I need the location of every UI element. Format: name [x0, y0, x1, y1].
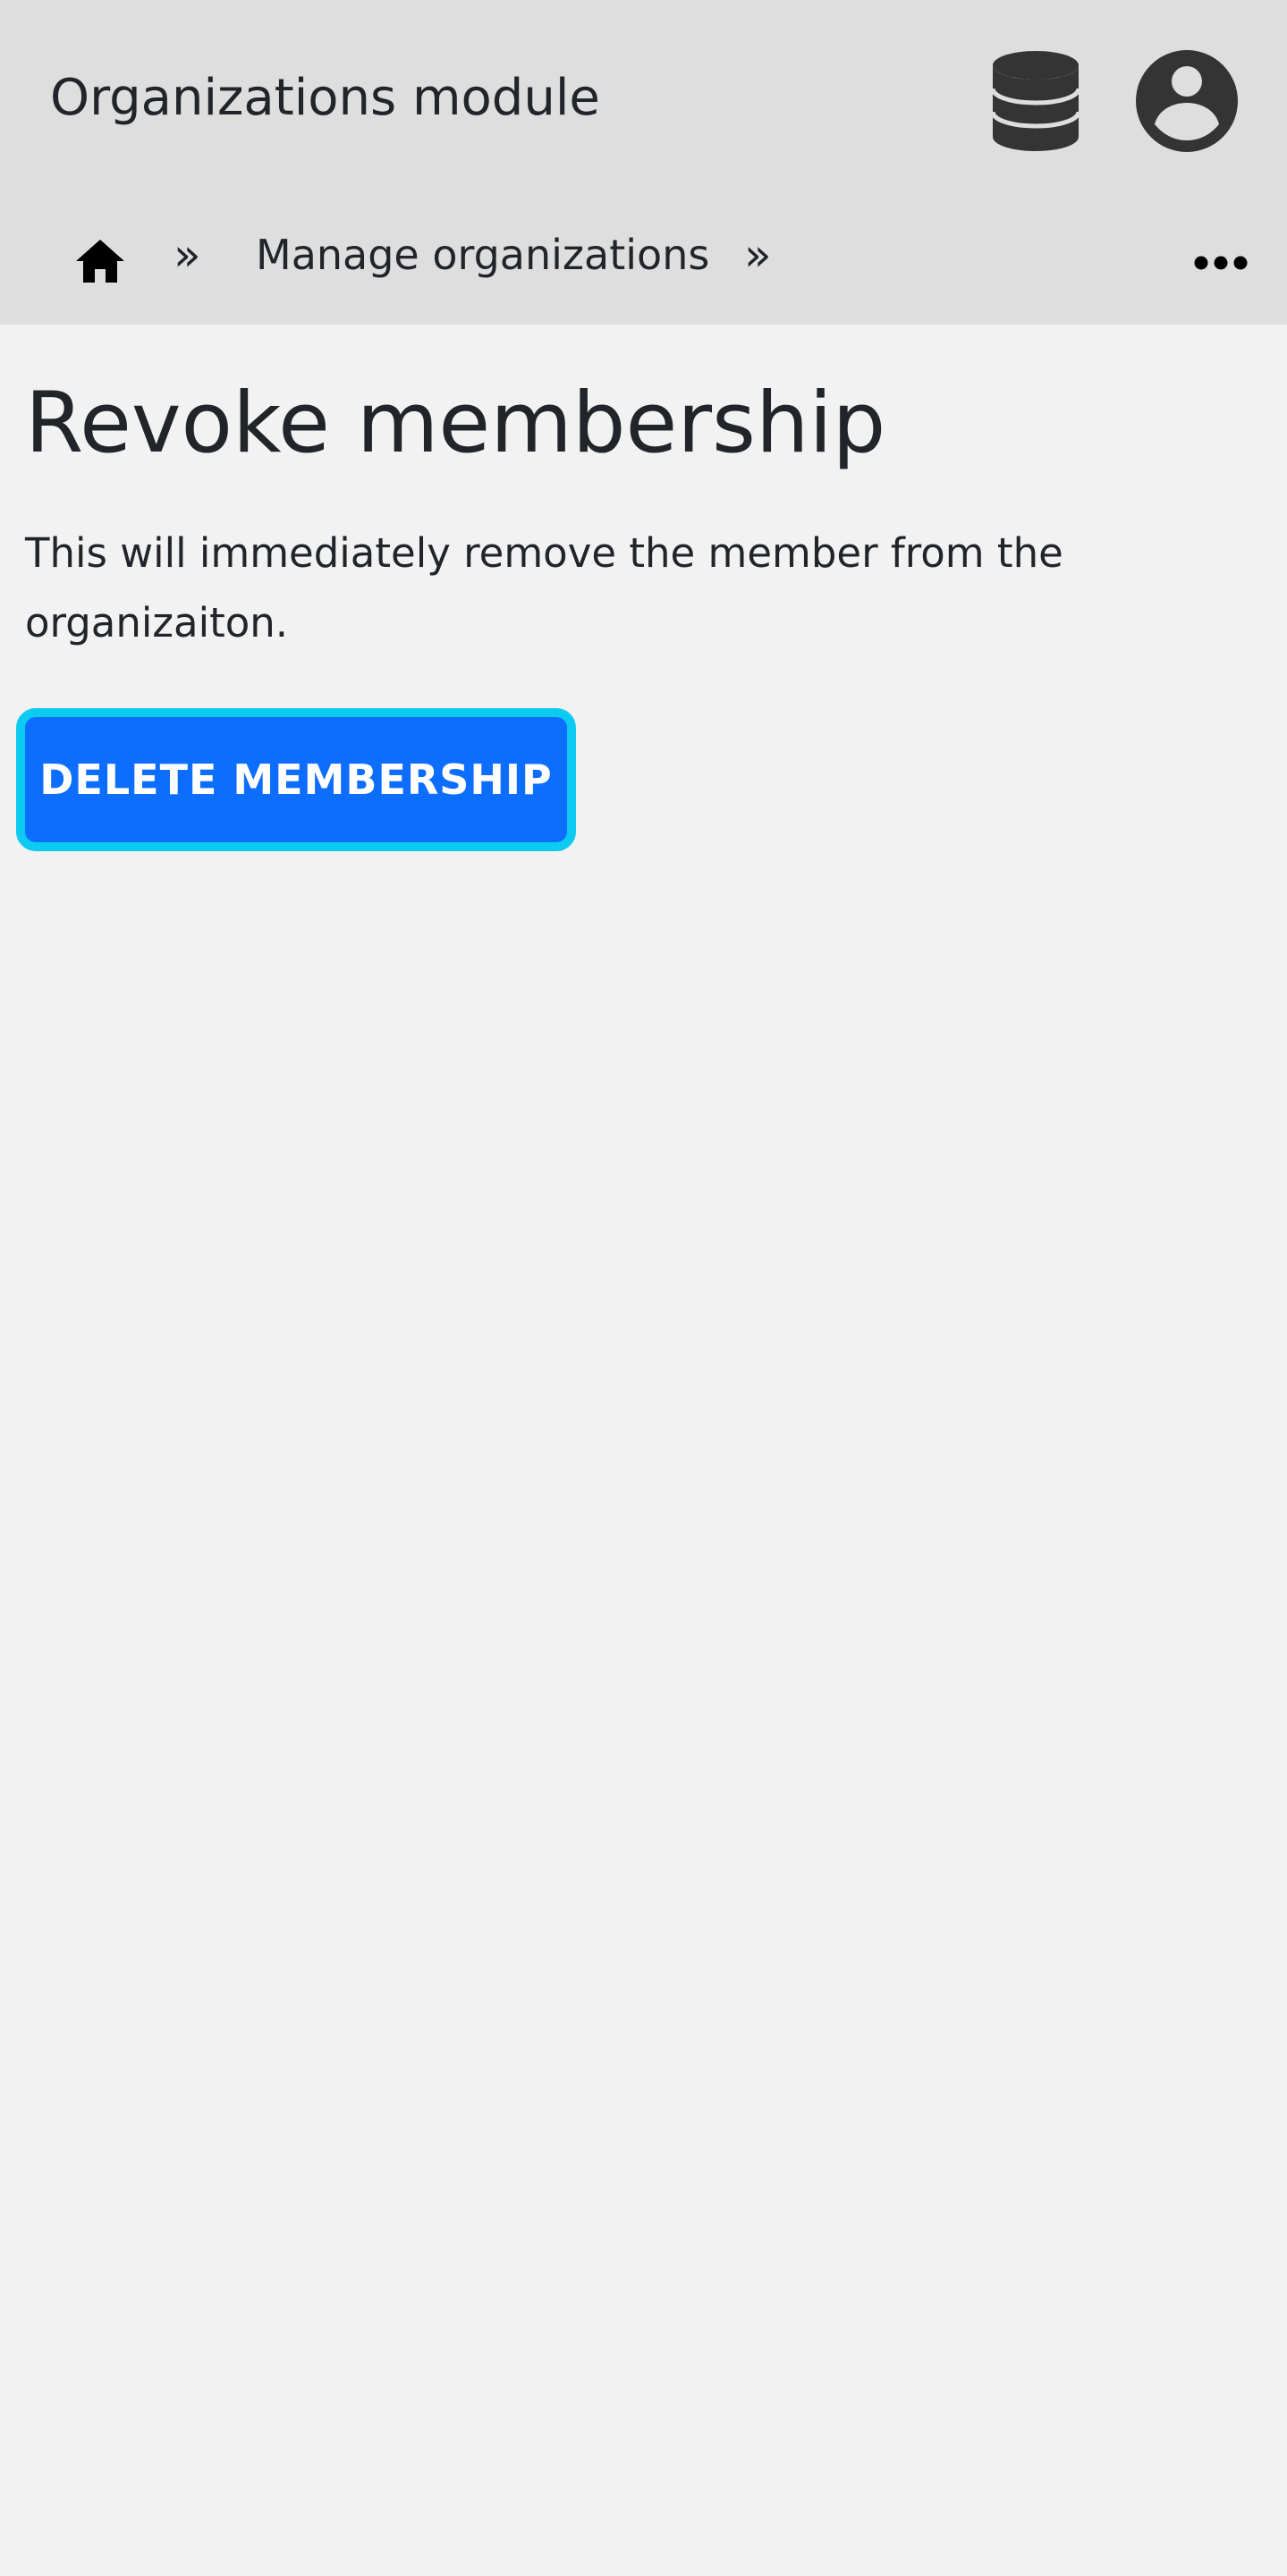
ellipsis-icon: [1194, 256, 1248, 270]
app-title: Organizations module: [50, 69, 600, 127]
page-description: This will immediately remove the member …: [25, 529, 1063, 646]
breadcrumb-separator: »: [744, 229, 772, 281]
delete-membership-button[interactable]: DELETE MEMBERSHIP: [16, 708, 576, 851]
page-title: Revoke membership: [25, 375, 886, 472]
top-header: Organizations module » Manage organizati…: [0, 0, 1287, 325]
user-circle-icon: [1136, 50, 1238, 152]
home-button[interactable]: [70, 231, 131, 291]
breadcrumb: » Manage organizations »: [0, 204, 1287, 311]
home-icon: [76, 240, 124, 283]
breadcrumb-separator: »: [174, 229, 201, 281]
database-icon: [991, 51, 1080, 151]
more-options-button[interactable]: [1190, 236, 1252, 290]
user-account-button[interactable]: [1132, 46, 1241, 156]
breadcrumb-manage-organizations[interactable]: Manage organizations: [256, 225, 709, 284]
database-button[interactable]: [984, 46, 1088, 156]
